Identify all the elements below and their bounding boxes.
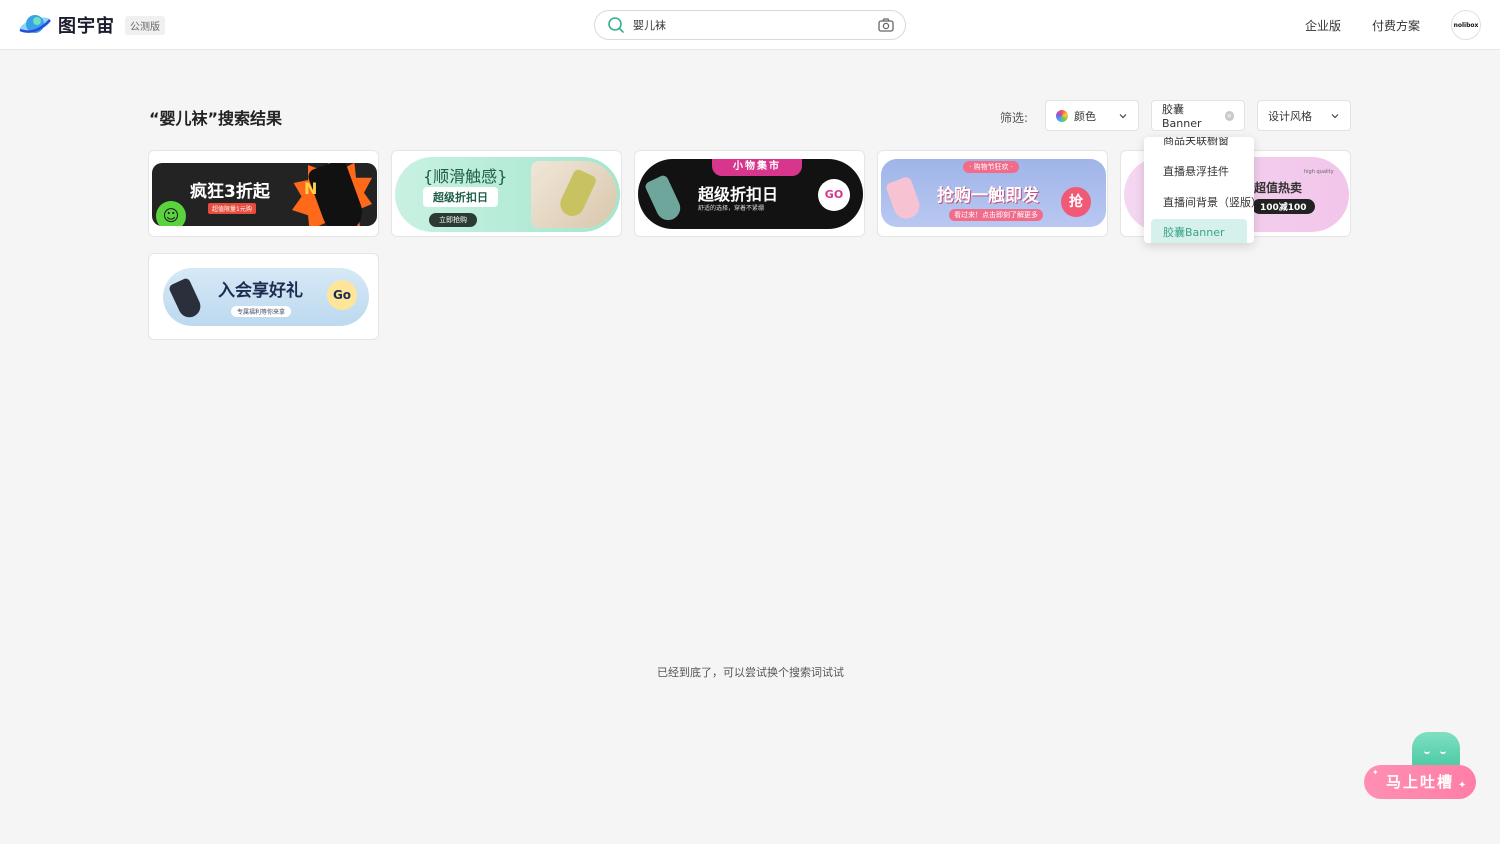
avatar-text: nolibox	[1453, 21, 1479, 29]
results-title: “婴儿袜”搜索结果	[149, 109, 283, 128]
type-filter-select[interactable]: 胶囊Banner ×	[1151, 100, 1245, 131]
banner-title: 超级折扣日	[698, 185, 779, 204]
result-card[interactable]: · 购物节狂欢 · 抢购一触即发 看过来！点击即刻了解更多 抢	[877, 150, 1108, 237]
banner-button: GO	[818, 179, 850, 211]
result-card[interactable]: 疯狂3折起 超值限量1元购 ☺ N	[148, 150, 379, 237]
sock-image	[168, 277, 204, 321]
sock-image	[884, 175, 924, 223]
banner-small-text: high quality	[1304, 169, 1334, 175]
logo[interactable]: 图宇宙 公测版	[18, 10, 165, 40]
banner-button: Go	[327, 280, 357, 310]
dropdown-option-selected[interactable]: 胶囊Banner	[1151, 219, 1247, 243]
search-input[interactable]	[633, 14, 877, 36]
style-filter-select[interactable]: 设计风格	[1257, 100, 1351, 131]
banner-subtitle: 舒适的选择，穿着不紧绷	[698, 205, 765, 212]
feedback-widget[interactable]: 马上吐槽 ✦ ✦	[1362, 730, 1478, 804]
avatar[interactable]: nolibox	[1451, 10, 1481, 40]
planet-logo-icon	[19, 15, 51, 33]
result-card[interactable]: {顺滑触感} 超级折扣日 立即抢购	[391, 150, 622, 237]
search-bar[interactable]	[594, 10, 906, 40]
dropdown-option[interactable]: 直播间背景（竖版）	[1144, 191, 1254, 215]
style-filter-label: 设计风格	[1268, 109, 1312, 123]
filter-label: 筛选:	[1000, 111, 1029, 125]
sparkle-icon: ✦	[1372, 768, 1379, 777]
banner-image: {顺滑触感} 超级折扣日 立即抢购	[395, 157, 620, 232]
result-card[interactable]: 入会享好礼 专属福利等你来拿 Go	[148, 253, 379, 340]
banner-button: 抢	[1061, 187, 1091, 217]
banner-title: 入会享好礼	[218, 281, 303, 301]
type-filter-dropdown[interactable]: 商品关联橱窗 直播悬浮挂件 直播间背景（竖版） 胶囊Banner	[1144, 137, 1254, 243]
banner-tag: · 购物节狂欢 ·	[963, 161, 1019, 173]
mascot-eye	[1424, 750, 1430, 754]
banner-subtitle: 专属福利等你来拿	[231, 306, 292, 317]
sparkle-icon: ✦	[1458, 780, 1467, 791]
logo-text: 图宇宙	[58, 16, 115, 37]
smiley-icon: ☺	[156, 201, 186, 226]
banner-price: 100减100	[1252, 199, 1315, 214]
nav-enterprise-link[interactable]: 企业版	[1305, 17, 1341, 34]
mascot-eye	[1440, 750, 1446, 754]
banner-subtitle: 超值限量1元购	[208, 203, 256, 214]
banner-image: 入会享好礼 专属福利等你来拿 Go	[163, 268, 369, 326]
banner-title: 抢购一触即发	[937, 186, 1039, 206]
color-wheel-icon	[1056, 109, 1068, 122]
result-card[interactable]: 小物集市 超级折扣日 舒适的选择，穿着不紧绷 GO	[634, 150, 865, 237]
banner-image: 疯狂3折起 超值限量1元购 ☺ N	[152, 163, 377, 226]
banner-subtitle: 超级折扣日	[423, 187, 498, 207]
dropdown-option[interactable]: 直播悬浮挂件	[1144, 160, 1254, 184]
camera-icon[interactable]	[877, 16, 895, 34]
color-filter-label: 颜色	[1074, 109, 1096, 123]
clear-icon[interactable]: ×	[1224, 110, 1234, 121]
color-filter-select[interactable]: 颜色	[1045, 100, 1139, 131]
banner-image: · 购物节狂欢 · 抢购一触即发 看过来！点击即刻了解更多 抢	[881, 159, 1106, 227]
banner-image: 小物集市 超级折扣日 舒适的选择，穿着不紧绷 GO	[638, 159, 863, 229]
banner-badge: N	[304, 179, 318, 198]
banner-title: 疯狂3折起	[190, 182, 270, 202]
search-icon	[608, 17, 624, 33]
nav-pricing-link[interactable]: 付费方案	[1372, 17, 1420, 34]
sock-image	[643, 173, 685, 225]
banner-tag: 小物集市	[712, 159, 802, 176]
beta-badge: 公测版	[125, 15, 165, 35]
banner-title: 超值热卖	[1254, 181, 1303, 195]
top-header: 图宇宙 公测版 企业版 付费方案 nolibox	[0, 0, 1500, 50]
banner-button: 立即抢购	[429, 213, 477, 227]
banner-subtitle: 看过来！点击即刻了解更多	[949, 209, 1043, 221]
chevron-down-icon	[1331, 113, 1339, 118]
banner-title: {顺滑触感}	[423, 167, 508, 186]
chevron-down-icon	[1119, 113, 1127, 118]
end-of-results-text: 已经到底了，可以尝试换个搜索词试试	[657, 666, 844, 679]
dropdown-option[interactable]: 商品关联橱窗	[1144, 137, 1254, 153]
type-filter-label: 胶囊Banner	[1162, 103, 1202, 130]
